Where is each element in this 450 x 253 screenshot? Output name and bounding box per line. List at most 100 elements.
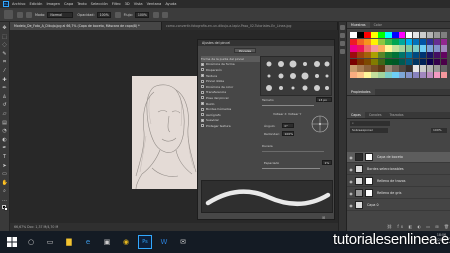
color-swatch[interactable] bbox=[398, 38, 406, 45]
gradient-tool-icon[interactable]: ▤ bbox=[2, 120, 8, 126]
clone-source-panel-icon[interactable] bbox=[340, 49, 345, 54]
color-swatch[interactable] bbox=[377, 52, 385, 59]
layer-mask-thumbnail[interactable] bbox=[365, 189, 373, 197]
color-swatch[interactable] bbox=[377, 32, 385, 39]
color-swatch[interactable] bbox=[384, 65, 392, 72]
tab-properties[interactable]: Propiedades bbox=[347, 89, 375, 95]
color-swatch[interactable] bbox=[426, 72, 434, 79]
layer-row[interactable]: ◉ Capa de boceto bbox=[347, 152, 450, 163]
color-swatch[interactable] bbox=[391, 52, 399, 59]
color-swatch[interactable] bbox=[405, 58, 413, 66]
color-swatch[interactable] bbox=[384, 52, 392, 59]
checkbox[interactable] bbox=[201, 107, 204, 111]
spacing-field[interactable]: 1% bbox=[322, 160, 332, 165]
blend-mode-select[interactable]: Sobreexponer bbox=[350, 128, 388, 133]
tab-channels[interactable]: Canales bbox=[365, 112, 386, 118]
color-swatch[interactable] bbox=[433, 45, 441, 52]
color-swatch[interactable] bbox=[426, 45, 434, 52]
color-swatch[interactable] bbox=[363, 65, 371, 72]
color-swatch[interactable] bbox=[356, 58, 364, 66]
eye-icon[interactable]: ◉ bbox=[347, 191, 355, 196]
tab-paths[interactable]: Trazados bbox=[386, 112, 408, 118]
color-swatch[interactable] bbox=[405, 38, 413, 45]
color-swatch[interactable] bbox=[370, 72, 378, 79]
word-icon[interactable]: W bbox=[157, 235, 171, 249]
color-swatch[interactable] bbox=[405, 72, 413, 79]
layer-row[interactable]: ◉ Bordes seleccionables bbox=[347, 164, 450, 175]
color-swatch[interactable] bbox=[398, 45, 406, 52]
color-swatch[interactable] bbox=[370, 58, 378, 66]
color-swatch[interactable] bbox=[440, 65, 448, 72]
checkbox[interactable] bbox=[201, 74, 204, 78]
history-panel-icon[interactable] bbox=[340, 25, 345, 30]
menu-3d[interactable]: 3D bbox=[125, 2, 130, 6]
color-swatch[interactable] bbox=[412, 38, 420, 45]
color-swatch[interactable] bbox=[426, 65, 434, 72]
size-slider[interactable] bbox=[262, 105, 314, 106]
flip-x-checkbox[interactable]: Voltear X bbox=[273, 112, 287, 116]
healing-brush-tool-icon[interactable]: ✚ bbox=[2, 77, 8, 83]
new-brush-icon[interactable]: ⊞ bbox=[322, 215, 325, 220]
color-swatch[interactable] bbox=[363, 52, 371, 59]
brush-panel-icon[interactable] bbox=[340, 41, 345, 46]
color-swatch[interactable] bbox=[405, 52, 413, 59]
brush-tip-grid[interactable] bbox=[260, 56, 332, 96]
size-field[interactable]: 13 px bbox=[316, 97, 332, 102]
color-swatch[interactable] bbox=[350, 72, 357, 79]
color-swatch[interactable] bbox=[391, 72, 399, 79]
checkbox[interactable] bbox=[201, 96, 204, 100]
document-canvas[interactable] bbox=[132, 76, 198, 189]
color-swatch[interactable] bbox=[405, 32, 413, 39]
tab-color[interactable]: Color bbox=[370, 22, 386, 28]
color-swatch[interactable] bbox=[419, 65, 427, 72]
hardness-slider[interactable] bbox=[262, 151, 324, 152]
layer-filter-select[interactable]: ⌕ bbox=[350, 121, 390, 126]
menu-capa[interactable]: Capa bbox=[64, 2, 73, 6]
color-swatch[interactable] bbox=[370, 65, 378, 72]
color-swatch[interactable] bbox=[398, 58, 406, 66]
color-swatch[interactable] bbox=[363, 32, 371, 39]
color-swatch[interactable] bbox=[412, 45, 420, 52]
color-swatch[interactable] bbox=[356, 45, 364, 52]
color-swatch[interactable] bbox=[419, 45, 427, 52]
blur-tool-icon[interactable]: ◔ bbox=[2, 128, 8, 134]
layer-actions-icon[interactable]: ⛓ fx ◧ ◐ ▭ ⊞ 🗑 bbox=[387, 224, 450, 229]
menu-vista[interactable]: Vista bbox=[134, 2, 143, 6]
color-swatch[interactable] bbox=[405, 45, 413, 52]
color-swatch[interactable] bbox=[350, 32, 357, 39]
checkbox[interactable] bbox=[201, 124, 204, 128]
color-swatches-icon[interactable] bbox=[1, 205, 8, 212]
color-swatch[interactable] bbox=[433, 58, 441, 66]
brush-option-protect-texture[interactable]: Proteger textura bbox=[201, 123, 261, 129]
eraser-tool-icon[interactable]: ▱ bbox=[2, 111, 8, 117]
eye-icon[interactable]: ◉ bbox=[347, 179, 355, 184]
menu-imagen[interactable]: Imagen bbox=[46, 2, 60, 6]
color-swatch[interactable] bbox=[384, 72, 392, 79]
angle-field[interactable]: 0° bbox=[282, 123, 294, 128]
menu-archivo[interactable]: Archivo bbox=[12, 2, 25, 6]
color-swatch[interactable] bbox=[433, 65, 441, 72]
color-swatch[interactable] bbox=[398, 72, 406, 79]
menu-seleccion[interactable]: Selección bbox=[91, 2, 108, 6]
path-selection-tool-icon[interactable]: ➤ bbox=[2, 163, 8, 169]
color-swatch[interactable] bbox=[363, 45, 371, 52]
tab-swatches[interactable]: Muestras bbox=[347, 22, 370, 28]
opacity-field[interactable]: 100% bbox=[96, 11, 111, 18]
menu-ventana[interactable]: Ventana bbox=[147, 2, 162, 6]
marquee-tool-icon[interactable]: ⬚ bbox=[2, 34, 8, 40]
color-swatch[interactable] bbox=[356, 38, 364, 45]
color-swatch[interactable] bbox=[419, 58, 427, 66]
eye-icon[interactable]: ◉ bbox=[347, 167, 355, 172]
search-icon[interactable]: ○ bbox=[24, 235, 38, 249]
crop-tool-icon[interactable]: ⌗ bbox=[2, 59, 8, 65]
color-swatch[interactable] bbox=[384, 38, 392, 45]
hand-tool-icon[interactable]: ✋ bbox=[2, 180, 8, 186]
color-swatch[interactable] bbox=[405, 65, 413, 72]
color-swatch[interactable] bbox=[356, 65, 364, 72]
menu-edicion[interactable]: Edición bbox=[29, 2, 42, 6]
rectangle-tool-icon[interactable]: ▭ bbox=[2, 171, 8, 177]
color-swatch[interactable] bbox=[370, 45, 378, 52]
color-swatch[interactable] bbox=[363, 58, 371, 66]
color-swatch[interactable] bbox=[370, 38, 378, 45]
color-swatch[interactable] bbox=[412, 58, 420, 66]
